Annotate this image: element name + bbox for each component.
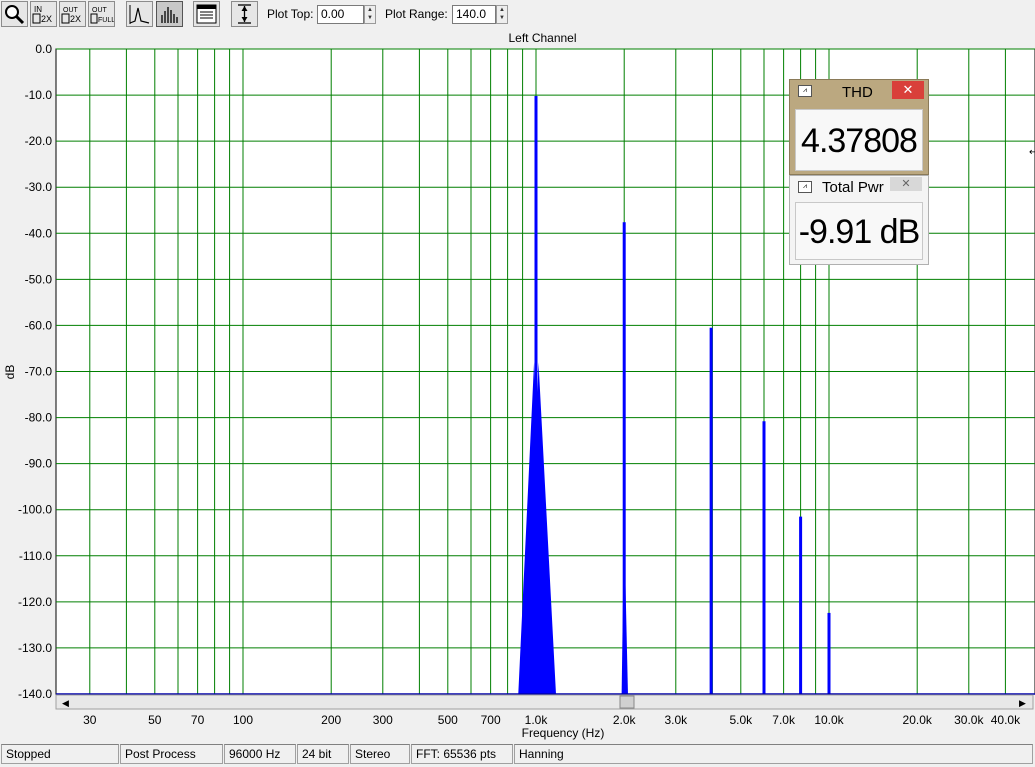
status-bit-depth: 24 bit <box>297 744 349 764</box>
x-tick-label: 3.0k <box>664 713 688 727</box>
y-tick-label: -110.0 <box>19 549 52 563</box>
scroll-left-icon[interactable]: ◀ <box>62 699 69 709</box>
status-window: Hanning <box>514 744 1033 764</box>
y-tick-label: -140.0 <box>18 687 52 701</box>
y-tick-label: -50.0 <box>25 272 53 286</box>
y-tick-label: -70.0 <box>25 365 53 379</box>
horizontal-scrollbar <box>55 694 1034 710</box>
y-tick-label: -20.0 <box>25 134 53 148</box>
x-tick-label: 200 <box>321 713 341 727</box>
thd-panel-header[interactable]: ⩘ THD ✕ <box>790 80 928 104</box>
x-tick-label: 5.0k <box>729 713 753 727</box>
status-mode: Post Process <box>120 744 223 764</box>
harmonic-peak <box>762 421 766 694</box>
x-tick-label: 7.0k <box>772 713 796 727</box>
harmonic-peak <box>799 516 803 694</box>
y-tick-label: -80.0 <box>25 411 53 425</box>
scroll-thumb[interactable] <box>619 695 635 709</box>
status-bar: Stopped Post Process 96000 Hz 24 bit Ste… <box>0 743 1035 767</box>
thd-value: 4.37808 % <box>795 109 923 222</box>
x-tick-label: 100 <box>233 713 253 727</box>
x-tick-label: 500 <box>438 713 458 727</box>
y-tick-label: -10.0 <box>25 88 53 102</box>
total-pwr-panel-title: Total Pwr <box>822 179 884 196</box>
x-tick-label: 20.0k <box>903 713 933 727</box>
y-tick-label: -100.0 <box>18 503 52 517</box>
x-tick-label: 70 <box>191 713 205 727</box>
y-axis-label: dB <box>3 365 17 380</box>
x-axis-label: Frequency (Hz) <box>522 726 605 740</box>
meter-icon: ⩘ <box>798 85 812 97</box>
x-tick-label: 50 <box>148 713 162 727</box>
y-tick-label: -90.0 <box>25 457 53 471</box>
y-tick-label: 0.0 <box>35 42 52 56</box>
x-tick-label: 1.0k <box>525 713 549 727</box>
harmonic-peak <box>709 327 713 694</box>
y-tick-label: -130.0 <box>18 641 52 655</box>
x-tick-label: 30 <box>83 713 97 727</box>
fundamental-peak <box>534 95 538 694</box>
y-tick-label: -120.0 <box>18 595 52 609</box>
close-icon[interactable]: ✕ <box>890 177 922 191</box>
status-channels: Stereo <box>350 744 410 764</box>
x-tick-label: 300 <box>373 713 393 727</box>
y-tick-label: -30.0 <box>25 180 53 194</box>
status-state: Stopped <box>1 744 119 764</box>
total-pwr-panel-header[interactable]: ⩘ Total Pwr ✕ <box>790 176 928 200</box>
x-tick-label: 40.0k <box>991 713 1021 727</box>
x-tick-label: 10.0k <box>814 713 844 727</box>
harmonic-peak <box>622 222 626 694</box>
total-pwr-value: -9.91 dB <box>795 202 923 260</box>
x-tick-label: 30.0k <box>954 713 984 727</box>
total-pwr-panel[interactable]: ⩘ Total Pwr ✕ -9.91 dB <box>789 175 929 265</box>
thd-panel-title: THD <box>842 84 873 101</box>
plot-marker: ← <box>1029 147 1035 158</box>
meter-icon: ⩘ <box>798 181 812 193</box>
harmonic-peak <box>827 612 831 694</box>
status-fft-size: FFT: 65536 pts <box>411 744 513 764</box>
scroll-right-icon[interactable]: ▶ <box>1019 699 1026 709</box>
close-icon[interactable]: ✕ <box>892 81 924 99</box>
status-sample-rate: 96000 Hz <box>224 744 296 764</box>
x-tick-label: 2.0k <box>613 713 637 727</box>
thd-panel[interactable]: ⩘ THD ✕ 4.37808 % <box>789 79 929 222</box>
x-tick-label: 700 <box>481 713 501 727</box>
y-tick-label: -60.0 <box>25 318 53 332</box>
y-tick-label: -40.0 <box>25 226 53 240</box>
